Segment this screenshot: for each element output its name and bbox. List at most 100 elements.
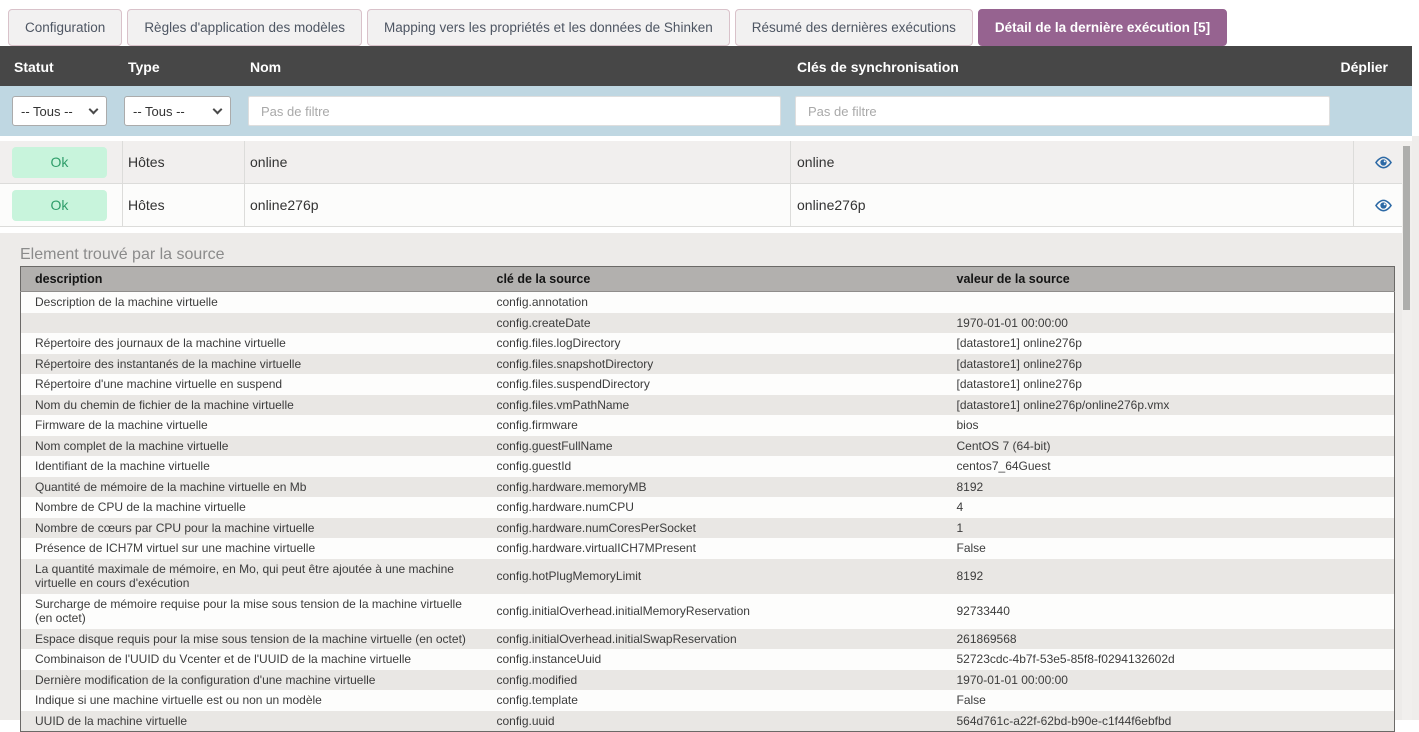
column-divider [790,141,791,183]
table-row: Description de la machine virtuelle conf… [21,292,1395,313]
source-value-cell: 564d761c-a22f-62bd-b90e-c1f44f6ebfbd [943,711,1395,732]
source-key-cell: config.uuid [483,711,943,732]
source-key-cell: config.hardware.numCoresPerSocket [483,518,943,539]
result-row: Ok Hôtes online online [0,141,1412,184]
col-header-type: Type [128,59,160,75]
tab-resume-des-dernieres-executions[interactable]: Résumé des dernières exécutions [735,9,973,46]
source-value-cell [943,292,1395,313]
type-filter-select[interactable]: -- Tous -- [125,97,230,125]
description-cell [21,313,483,334]
source-key-cell: config.files.logDirectory [483,333,943,354]
table-row: Répertoire d'une machine virtuelle en su… [21,374,1395,395]
source-value-cell: 4 [943,497,1395,518]
col-header-statut: Statut [14,59,54,75]
status-badge: Ok [12,190,107,221]
source-key-cell: config.hardware.memoryMB [483,477,943,498]
sync-keys-filter-input[interactable] [795,96,1330,126]
tab-regles-d-application-des-modeles[interactable]: Règles d'application des modèles [127,9,362,46]
table-row: Combinaison de l'UUID du Vcenter et de l… [21,649,1395,670]
source-key-cell: config.hotPlugMemoryLimit [483,559,943,594]
tab-mapping-vers-les-proprietes-et-les-donnees-de-shinken[interactable]: Mapping vers les propriétés et les donné… [367,9,730,46]
nom-cell: online276p [250,184,319,227]
source-key-cell: config.initialOverhead.initialMemoryRese… [483,594,943,629]
description-cell: Identifiant de la machine virtuelle [21,456,483,477]
source-value-cell: False [943,538,1395,559]
type-cell: Hôtes [128,184,165,227]
tab-bar: ConfigurationRègles d'application des mo… [0,0,1412,46]
table-header-row: description clé de la source valeur de l… [21,267,1395,292]
table-row: config.createDate 1970-01-01 00:00:00 [21,313,1395,334]
source-value-cell: CentOS 7 (64-bit) [943,436,1395,457]
description-cell: Nom complet de la machine virtuelle [21,436,483,457]
table-row: Nom complet de la machine virtuelle conf… [21,436,1395,457]
source-value-cell: 1970-01-01 00:00:00 [943,670,1395,691]
description-cell: Quantité de mémoire de la machine virtue… [21,477,483,498]
source-value-cell: bios [943,415,1395,436]
tab-detail-de-la-derniere-execution-5[interactable]: Détail de la dernière exécution [5] [978,9,1227,46]
col-header-nom: Nom [250,59,281,75]
source-value-cell: 1 [943,518,1395,539]
table-row: Nombre de CPU de la machine virtuelle co… [21,497,1395,518]
table-row: Dernière modification de la configuratio… [21,670,1395,691]
source-value-cell: [datastore1] online276p [943,333,1395,354]
statut-filter-select[interactable]: -- Tous -- [13,97,106,125]
type-cell: Hôtes [128,141,165,184]
status-badge: Ok [12,147,107,178]
column-divider [122,184,123,226]
description-cell: Répertoire des journaux de la machine vi… [21,333,483,354]
description-cell: Nombre de CPU de la machine virtuelle [21,497,483,518]
column-divider [122,141,123,183]
source-value-cell: [datastore1] online276p [943,354,1395,375]
table-row: UUID de la machine virtuelle config.uuid… [21,711,1395,732]
description-cell: Combinaison de l'UUID du Vcenter et de l… [21,649,483,670]
description-cell: Répertoire d'une machine virtuelle en su… [21,374,483,395]
filter-row: -- Tous -- -- Tous -- [0,86,1412,136]
source-key-cell: config.firmware [483,415,943,436]
table-row: Présence de ICH7M virtuel sur une machin… [21,538,1395,559]
table-row: Indique si une machine virtuelle est ou … [21,690,1395,711]
results-header: Statut Type Nom Clés de synchronisation … [0,46,1412,86]
source-key-cell: config.files.suspendDirectory [483,374,943,395]
source-value-cell: [datastore1] online276p [943,374,1395,395]
table-row: Nombre de cœurs par CPU pour la machine … [21,518,1395,539]
col-header-sync-keys: Clés de synchronisation [797,59,959,75]
col-header-source-value: valeur de la source [943,267,1395,292]
source-key-cell: config.files.vmPathName [483,395,943,416]
description-cell: UUID de la machine virtuelle [21,711,483,732]
eye-icon [1374,198,1393,213]
source-key-cell: config.template [483,690,943,711]
source-value-cell: 92733440 [943,594,1395,629]
source-key-cell: config.instanceUuid [483,649,943,670]
description-cell: Dernière modification de la configuratio… [21,670,483,691]
source-key-cell: config.guestFullName [483,436,943,457]
source-key-cell: config.createDate [483,313,943,334]
source-key-cell: config.modified [483,670,943,691]
table-row: Quantité de mémoire de la machine virtue… [21,477,1395,498]
source-value-cell: 8192 [943,559,1395,594]
nom-filter-input[interactable] [248,96,781,126]
source-key-cell: config.annotation [483,292,943,313]
column-divider [244,141,245,183]
table-row: Identifiant de la machine virtuelle conf… [21,456,1395,477]
table-row: La quantité maximale de mémoire, en Mo, … [21,559,1395,594]
source-value-cell: False [943,690,1395,711]
source-value-cell: 52723cdc-4b7f-53e5-85f8-f0294132602d [943,649,1395,670]
source-key-cell: config.hardware.numCPU [483,497,943,518]
column-divider [244,184,245,226]
source-key-cell: config.initialOverhead.initialSwapReserv… [483,629,943,650]
table-row: Répertoire des journaux de la machine vi… [21,333,1395,354]
tab-configuration[interactable]: Configuration [8,9,122,46]
description-cell: Nom du chemin de fichier de la machine v… [21,395,483,416]
description-cell: La quantité maximale de mémoire, en Mo, … [21,559,483,594]
col-header-deplier: Déplier [1341,59,1388,75]
description-cell: Présence de ICH7M virtuel sur une machin… [21,538,483,559]
table-row: Espace disque requis pour la mise sous t… [21,629,1395,650]
column-divider [790,184,791,226]
results-rows: Ok Hôtes online online Ok Hôtes online27… [0,141,1412,227]
table-row: Firmware de la machine virtuelle config.… [21,415,1395,436]
scrollbar-thumb[interactable] [1403,146,1410,310]
sync-keys-cell: online276p [797,184,866,227]
source-value-cell: centos7_64Guest [943,456,1395,477]
source-elements-table: description clé de la source valeur de l… [20,266,1395,732]
col-header-source-key: clé de la source [483,267,943,292]
